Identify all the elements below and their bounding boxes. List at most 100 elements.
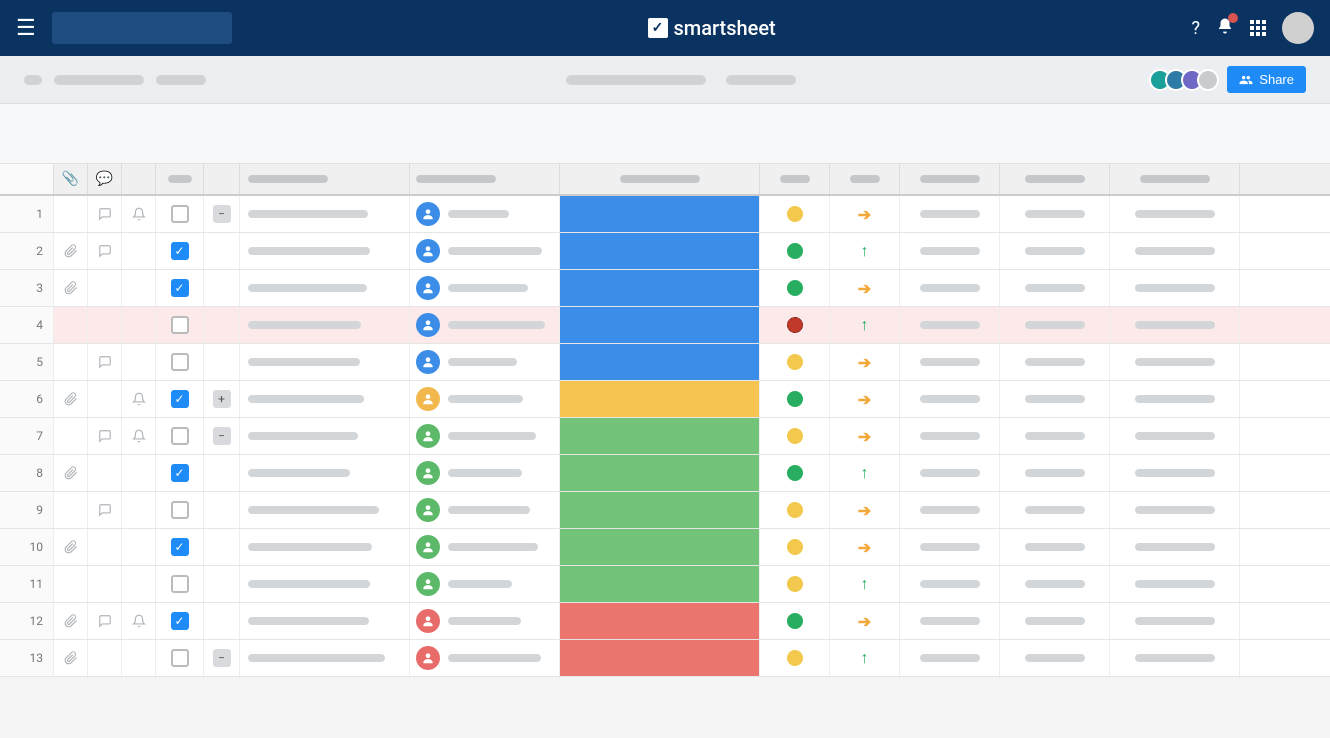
trend-cell[interactable]: ➔ — [830, 344, 900, 380]
data-cell[interactable] — [1000, 381, 1110, 417]
expand-cell[interactable]: − — [204, 196, 240, 232]
data-cell[interactable] — [900, 566, 1000, 602]
header-col[interactable] — [900, 164, 1000, 194]
data-cell[interactable] — [1000, 640, 1110, 676]
expand-button[interactable]: + — [213, 390, 231, 408]
checkbox-cell[interactable] — [156, 307, 204, 343]
checkbox[interactable] — [171, 427, 189, 445]
expand-cell[interactable] — [204, 344, 240, 380]
expand-cell[interactable] — [204, 529, 240, 565]
header-col[interactable] — [1000, 164, 1110, 194]
attachment-cell[interactable] — [54, 455, 88, 491]
reminder-cell[interactable] — [122, 455, 156, 491]
checkbox-cell[interactable] — [156, 196, 204, 232]
reminder-cell[interactable] — [122, 603, 156, 639]
table-row[interactable]: 9➔ — [0, 492, 1330, 529]
table-row[interactable]: 5➔ — [0, 344, 1330, 381]
data-cell[interactable] — [900, 270, 1000, 306]
reminder-cell[interactable] — [122, 307, 156, 343]
comment-cell[interactable] — [88, 344, 122, 380]
attachment-cell[interactable] — [54, 381, 88, 417]
comment-cell[interactable] — [88, 270, 122, 306]
status-cell[interactable] — [560, 344, 760, 380]
data-cell[interactable] — [900, 418, 1000, 454]
health-cell[interactable] — [760, 196, 830, 232]
header-attachment[interactable]: 📎 — [54, 164, 88, 194]
data-cell[interactable] — [900, 344, 1000, 380]
header-reminder[interactable] — [122, 164, 156, 194]
data-cell[interactable] — [1000, 566, 1110, 602]
header-trend[interactable] — [830, 164, 900, 194]
data-cell[interactable] — [1000, 196, 1110, 232]
presence-indicators[interactable] — [1155, 69, 1219, 91]
assignee-cell[interactable] — [410, 603, 560, 639]
health-cell[interactable] — [760, 344, 830, 380]
assignee-cell[interactable] — [410, 492, 560, 528]
assignee-cell[interactable] — [410, 233, 560, 269]
reminder-cell[interactable] — [122, 270, 156, 306]
health-cell[interactable] — [760, 566, 830, 602]
table-row[interactable]: 4↑ — [0, 307, 1330, 344]
status-cell[interactable] — [560, 455, 760, 491]
assignee-cell[interactable] — [410, 640, 560, 676]
comment-cell[interactable] — [88, 196, 122, 232]
checkbox[interactable] — [171, 205, 189, 223]
task-cell[interactable] — [240, 344, 410, 380]
data-cell[interactable] — [1000, 307, 1110, 343]
expand-cell[interactable] — [204, 307, 240, 343]
assignee-cell[interactable] — [410, 529, 560, 565]
table-row[interactable]: 6✓+➔ — [0, 381, 1330, 418]
attachment-cell[interactable] — [54, 233, 88, 269]
trend-cell[interactable]: ↑ — [830, 307, 900, 343]
checkbox-cell[interactable]: ✓ — [156, 270, 204, 306]
expand-button[interactable]: − — [213, 427, 231, 445]
checkbox[interactable] — [171, 316, 189, 334]
apps-icon[interactable] — [1250, 20, 1266, 36]
assignee-cell[interactable] — [410, 307, 560, 343]
data-cell[interactable] — [1000, 344, 1110, 380]
trend-cell[interactable]: ↑ — [830, 455, 900, 491]
expand-cell[interactable]: + — [204, 381, 240, 417]
attachment-cell[interactable] — [54, 492, 88, 528]
health-cell[interactable] — [760, 270, 830, 306]
status-cell[interactable] — [560, 233, 760, 269]
trend-cell[interactable]: ➔ — [830, 529, 900, 565]
table-row[interactable]: 12✓➔ — [0, 603, 1330, 640]
health-cell[interactable] — [760, 529, 830, 565]
attachment-cell[interactable] — [54, 196, 88, 232]
nav-pill[interactable] — [156, 75, 206, 85]
checkbox-cell[interactable] — [156, 566, 204, 602]
share-button[interactable]: Share — [1227, 66, 1306, 93]
attachment-cell[interactable] — [54, 640, 88, 676]
assignee-cell[interactable] — [410, 270, 560, 306]
checkbox[interactable] — [171, 575, 189, 593]
data-cell[interactable] — [1000, 270, 1110, 306]
checkbox[interactable]: ✓ — [171, 464, 189, 482]
health-cell[interactable] — [760, 418, 830, 454]
attachment-cell[interactable] — [54, 566, 88, 602]
health-cell[interactable] — [760, 640, 830, 676]
attachment-cell[interactable] — [54, 603, 88, 639]
checkbox-cell[interactable] — [156, 418, 204, 454]
assignee-cell[interactable] — [410, 344, 560, 380]
reminder-cell[interactable] — [122, 640, 156, 676]
attachment-cell[interactable] — [54, 270, 88, 306]
comment-cell[interactable] — [88, 640, 122, 676]
reminder-cell[interactable] — [122, 492, 156, 528]
header-health[interactable] — [760, 164, 830, 194]
trend-cell[interactable]: ↑ — [830, 640, 900, 676]
comment-cell[interactable] — [88, 233, 122, 269]
expand-cell[interactable]: − — [204, 640, 240, 676]
trend-cell[interactable]: ↑ — [830, 566, 900, 602]
task-cell[interactable] — [240, 381, 410, 417]
bell-icon[interactable] — [1216, 17, 1234, 40]
data-cell[interactable] — [1110, 418, 1240, 454]
table-row[interactable]: 11↑ — [0, 566, 1330, 603]
attachment-cell[interactable] — [54, 418, 88, 454]
expand-cell[interactable] — [204, 455, 240, 491]
attachment-cell[interactable] — [54, 307, 88, 343]
reminder-cell[interactable] — [122, 381, 156, 417]
task-cell[interactable] — [240, 270, 410, 306]
health-cell[interactable] — [760, 455, 830, 491]
data-cell[interactable] — [1000, 492, 1110, 528]
